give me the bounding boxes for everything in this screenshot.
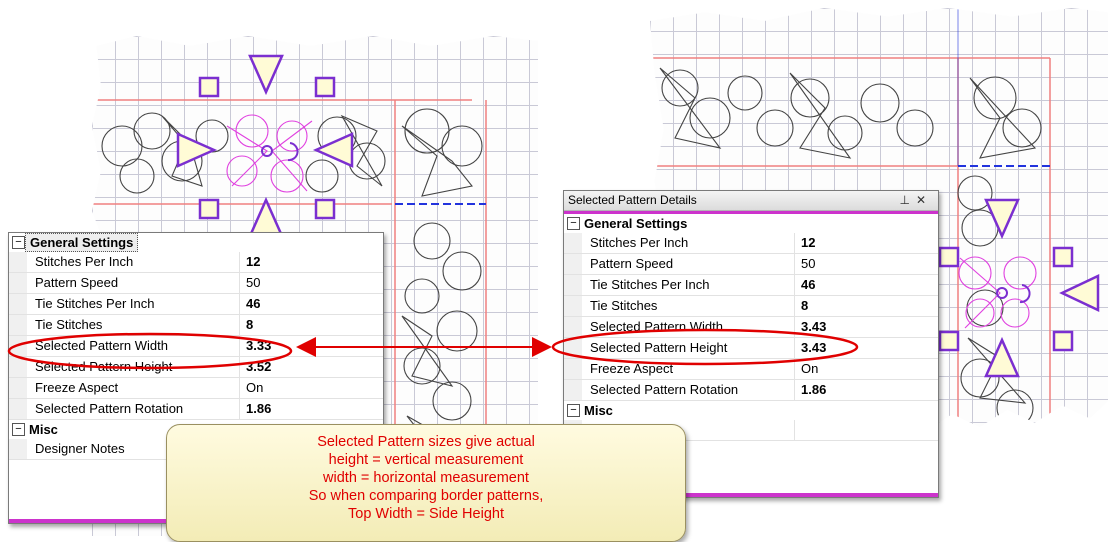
property-row[interactable]: Pattern Speed 50 — [564, 254, 938, 275]
property-name: Tie Stitches Per Inch — [590, 277, 710, 292]
category-label: Misc — [584, 403, 613, 418]
collapse-icon[interactable]: − — [567, 217, 580, 230]
property-value[interactable]: 3.43 — [794, 338, 931, 358]
explanation-callout: Selected Pattern sizes give actual height… — [166, 424, 686, 542]
property-name: Selected Pattern Width — [35, 338, 168, 353]
row-gutter — [564, 275, 582, 295]
property-value[interactable]: 50 — [794, 254, 931, 274]
property-name: Freeze Aspect — [35, 380, 119, 395]
close-icon[interactable]: ✕ — [916, 193, 932, 207]
pin-icon[interactable]: ⊥ — [899, 193, 915, 207]
property-row[interactable]: Freeze Aspect On — [564, 359, 938, 380]
property-value[interactable]: 8 — [794, 296, 931, 316]
row-gutter — [9, 252, 27, 272]
property-row[interactable]: Tie Stitches 8 — [9, 315, 383, 336]
property-row[interactable]: Tie Stitches Per Inch 46 — [564, 275, 938, 296]
category-misc[interactable]: − Misc — [564, 401, 938, 420]
panel-title: Selected Pattern Details — [568, 193, 697, 207]
row-gutter — [564, 338, 582, 358]
property-row[interactable]: Stitches Per Inch 12 — [9, 252, 383, 273]
panel-titlebar[interactable]: Selected Pattern Details ⊥✕ — [564, 191, 938, 211]
callout-line: height = vertical measurement — [328, 452, 524, 468]
property-row[interactable]: Selected Pattern Rotation 1.86 — [564, 380, 938, 401]
property-value[interactable]: 46 — [239, 294, 376, 314]
property-name: Tie Stitches Per Inch — [35, 296, 155, 311]
property-row[interactable]: Selected Pattern Height 3.52 — [9, 357, 383, 378]
category-label: Misc — [29, 422, 58, 437]
property-row[interactable]: Pattern Speed 50 — [9, 273, 383, 294]
property-row[interactable]: Selected Pattern Width 3.33 — [9, 336, 383, 357]
row-gutter — [9, 336, 27, 356]
property-grid: − General Settings Stitches Per Inch 12 Pa… — [564, 214, 938, 441]
row-gutter — [564, 317, 582, 337]
property-name: Selected Pattern Width — [590, 319, 723, 334]
category-label: General Settings — [25, 233, 139, 252]
row-gutter — [9, 273, 27, 293]
property-row[interactable]: Tie Stitches 8 — [564, 296, 938, 317]
category-general-settings[interactable]: − General Settings — [564, 214, 938, 233]
property-name: Pattern Speed — [35, 275, 119, 290]
property-value[interactable]: 3.43 — [794, 317, 931, 337]
property-row[interactable]: Selected Pattern Height 3.43 — [564, 338, 938, 359]
property-row[interactable]: Selected Pattern Rotation 1.86 — [9, 399, 383, 420]
row-gutter — [564, 359, 582, 379]
property-value[interactable]: On — [794, 359, 931, 379]
property-value[interactable]: On — [239, 378, 376, 398]
row-gutter — [9, 294, 27, 314]
property-name: Selected Pattern Height — [35, 359, 173, 374]
row-gutter — [564, 380, 582, 400]
property-name: Tie Stitches — [35, 317, 103, 332]
row-gutter — [564, 254, 582, 274]
property-row[interactable]: Stitches Per Inch 12 — [564, 233, 938, 254]
property-value[interactable]: 46 — [794, 275, 931, 295]
category-general-settings[interactable]: − General Settings — [9, 233, 383, 252]
property-value[interactable]: 12 — [239, 252, 376, 272]
property-value[interactable]: 3.33 — [239, 336, 376, 356]
row-gutter — [9, 399, 27, 419]
row-gutter — [9, 315, 27, 335]
row-gutter — [9, 357, 27, 377]
category-label: General Settings — [584, 216, 688, 231]
row-gutter — [564, 233, 582, 253]
property-value[interactable] — [794, 420, 931, 440]
property-name: Stitches Per Inch — [590, 235, 689, 250]
property-value[interactable]: 3.52 — [239, 357, 376, 377]
row-gutter — [564, 296, 582, 316]
property-row[interactable]: Selected Pattern Width 3.43 — [564, 317, 938, 338]
collapse-icon[interactable]: − — [567, 404, 580, 417]
property-name: Freeze Aspect — [590, 361, 674, 376]
property-name: Stitches Per Inch — [35, 254, 134, 269]
property-value[interactable]: 50 — [239, 273, 376, 293]
property-value[interactable]: 8 — [239, 315, 376, 335]
property-name: Selected Pattern Rotation — [35, 401, 184, 416]
property-name: Pattern Speed — [590, 256, 674, 271]
row-gutter — [9, 378, 27, 398]
row-gutter — [9, 439, 27, 459]
property-name: Selected Pattern Height — [590, 340, 728, 355]
callout-line: Top Width = Side Height — [348, 506, 504, 522]
callout-line: So when comparing border patterns, — [308, 488, 544, 504]
collapse-icon[interactable]: − — [12, 423, 25, 436]
property-name: Tie Stitches — [590, 298, 658, 313]
property-value[interactable]: 1.86 — [794, 380, 931, 400]
callout-line: width = horizontal measurement — [323, 470, 529, 486]
property-name: Selected Pattern Rotation — [590, 382, 739, 397]
property-row[interactable]: Tie Stitches Per Inch 46 — [9, 294, 383, 315]
property-row[interactable]: Freeze Aspect On — [9, 378, 383, 399]
collapse-icon[interactable]: − — [12, 236, 25, 249]
callout-line: Selected Pattern sizes give actual — [317, 434, 535, 450]
property-value[interactable]: 12 — [794, 233, 931, 253]
property-value[interactable]: 1.86 — [239, 399, 376, 419]
